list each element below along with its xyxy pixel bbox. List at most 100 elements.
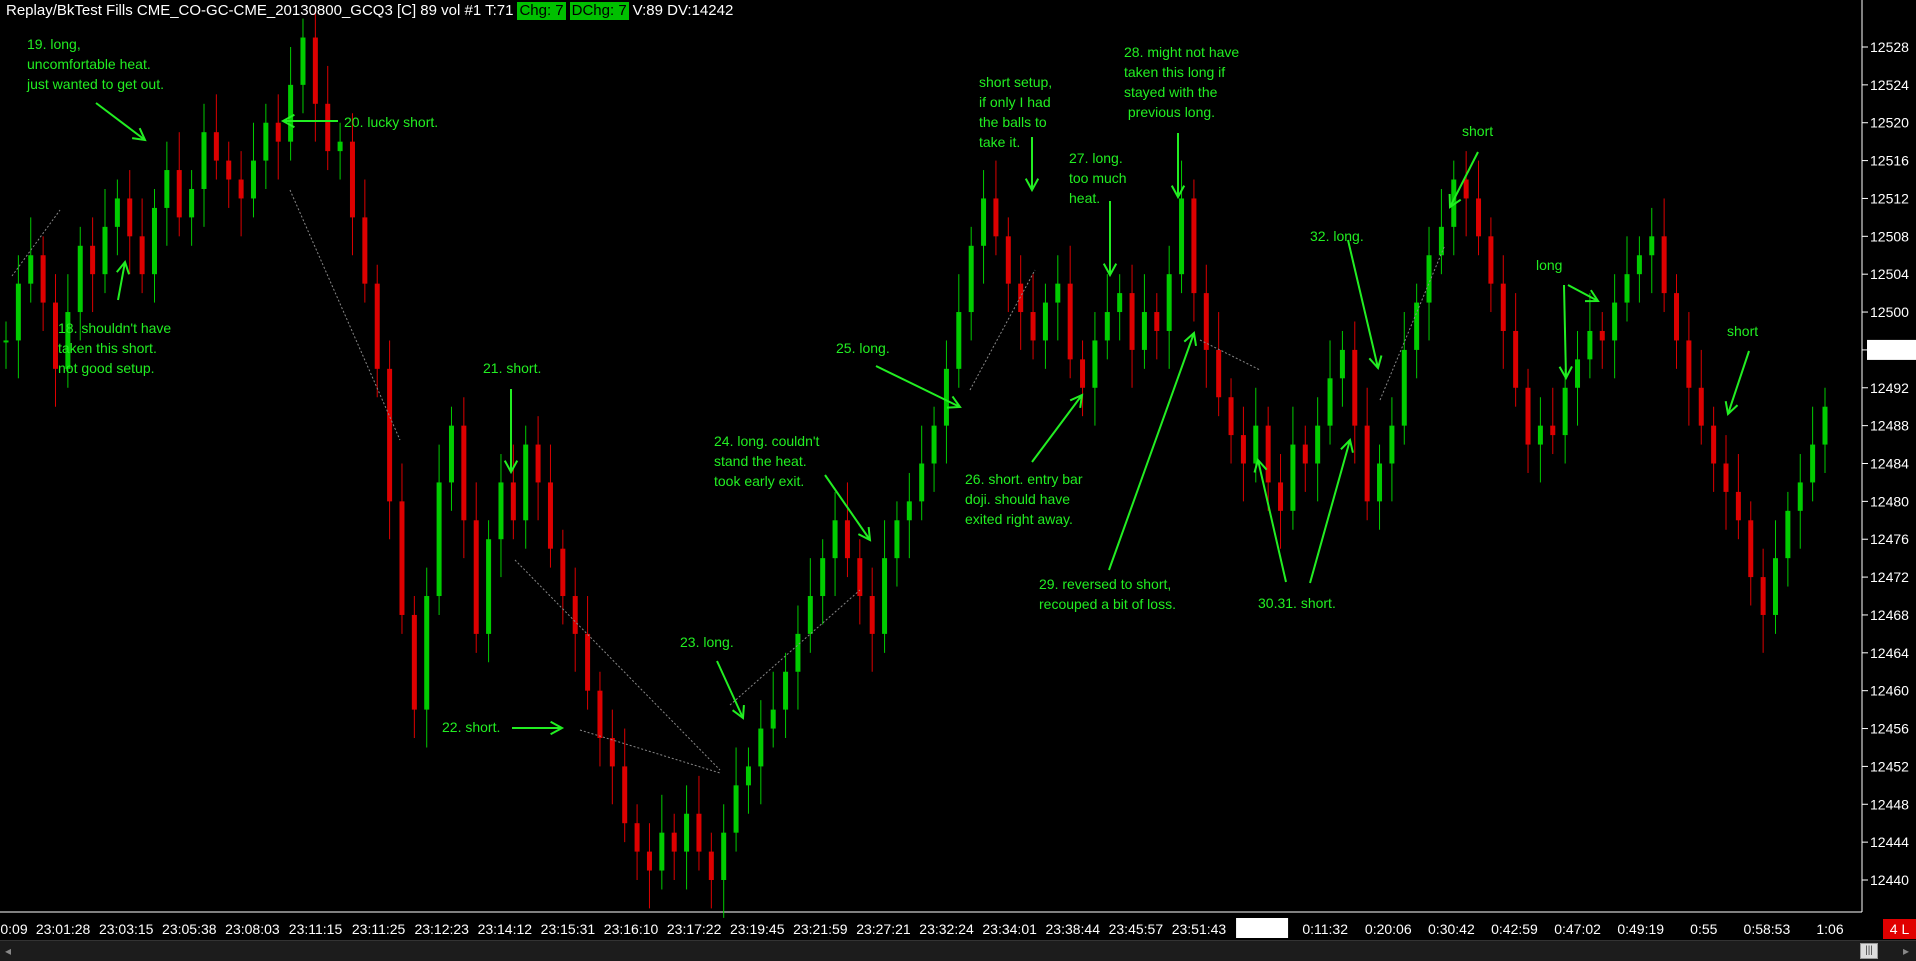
candle-up xyxy=(1414,302,1420,350)
candle-down xyxy=(869,596,875,634)
candle-up xyxy=(1438,226,1444,256)
candle-up xyxy=(1327,378,1333,426)
candle-down xyxy=(585,633,591,691)
candle-down xyxy=(1364,425,1370,502)
candle-up xyxy=(832,520,838,559)
candle-down xyxy=(547,482,553,549)
time-label: 23:08:03 xyxy=(225,921,280,937)
annotation-25: 25. long. xyxy=(836,340,890,356)
price-label: 12452 xyxy=(1870,758,1909,774)
horizontal-scrollbar[interactable]: ◂ ||| ▸ xyxy=(0,940,1916,961)
time-label: 23:15:31 xyxy=(541,921,596,937)
candle-down xyxy=(597,690,603,739)
candle-up xyxy=(1587,330,1593,360)
candle-down xyxy=(1711,425,1717,464)
price-label: 12500 xyxy=(1870,304,1909,320)
candle-down xyxy=(696,813,702,852)
candle-down xyxy=(1748,520,1754,578)
candle-up xyxy=(758,728,764,767)
candle-down xyxy=(1500,283,1506,331)
time-label: 23:16:10 xyxy=(604,921,659,937)
candle-up xyxy=(1401,349,1407,426)
price-label: 12520 xyxy=(1870,115,1909,131)
candle-up xyxy=(1562,387,1568,436)
candle-down xyxy=(1278,482,1284,511)
time-label: 23:17:22 xyxy=(667,921,722,937)
time-label: 0:49:19 xyxy=(1617,921,1664,937)
candle-up xyxy=(1141,312,1147,350)
candle-down xyxy=(671,832,677,852)
price-label: 12488 xyxy=(1870,418,1909,434)
candle-up xyxy=(1822,406,1828,445)
candle-down xyxy=(1476,198,1482,237)
price-chart[interactable]: 12528 12524 12520 12516 12512 12508 12504 12500… xyxy=(0,0,1916,940)
candle-down xyxy=(362,217,368,284)
candle-down xyxy=(127,198,133,237)
scroll-right-arrow-icon[interactable]: ▸ xyxy=(1898,943,1914,959)
candle-up xyxy=(770,709,776,729)
time-label: 23:38:44 xyxy=(1046,921,1101,937)
candle-down xyxy=(411,614,417,710)
candle-up xyxy=(151,207,157,275)
price-label: 12468 xyxy=(1870,607,1909,623)
candle-down xyxy=(646,851,652,871)
candle-up xyxy=(498,482,504,540)
annotation-28: 28. might not have taken this long if st… xyxy=(1124,44,1240,120)
candle-up xyxy=(1042,302,1048,341)
candle-up xyxy=(102,226,108,275)
candle-down xyxy=(349,141,355,218)
candle-up xyxy=(721,832,727,880)
candle-down xyxy=(1599,330,1605,341)
candle-up xyxy=(1537,425,1543,445)
scroll-left-arrow-icon[interactable]: ◂ xyxy=(0,943,16,959)
price-label: 12484 xyxy=(1870,456,1909,472)
candle-down xyxy=(1129,293,1135,350)
candle-up xyxy=(906,501,912,521)
price-label: 12512 xyxy=(1870,190,1909,206)
candle-down xyxy=(1674,293,1680,341)
candle-down xyxy=(560,548,566,597)
time-label: 23:03:15 xyxy=(99,921,154,937)
candle-up xyxy=(1426,255,1432,303)
price-label: 12448 xyxy=(1870,796,1909,812)
annotation-27: 27. long. too much heat. xyxy=(1069,150,1127,206)
candle-up xyxy=(943,368,949,426)
candle-up xyxy=(486,539,492,634)
candle-up xyxy=(882,558,888,634)
candle-down xyxy=(1203,293,1209,350)
candle-down xyxy=(844,520,850,559)
time-label: 23:45:57 xyxy=(1109,921,1164,937)
time-label: 23:01:28 xyxy=(36,921,91,937)
position-badge: 4 L xyxy=(1883,919,1916,939)
candle-up xyxy=(981,198,987,246)
candle-up xyxy=(1797,482,1803,511)
candle-up xyxy=(263,122,269,161)
price-label: 12480 xyxy=(1870,493,1909,509)
candle-down xyxy=(1525,387,1531,445)
candle-down xyxy=(1698,387,1704,426)
price-label: 12460 xyxy=(1870,683,1909,699)
candle-down xyxy=(139,236,145,275)
time-label: 23:34:01 xyxy=(982,921,1037,937)
candle-down xyxy=(1080,359,1086,388)
scroll-thumb-grip-icon[interactable]: ||| xyxy=(1860,943,1878,959)
candle-down xyxy=(1686,340,1692,388)
time-label: 0:30:42 xyxy=(1428,921,1475,937)
candle-up xyxy=(1389,425,1395,464)
candle-down xyxy=(708,851,714,880)
candle-down xyxy=(213,132,219,161)
time-label: 7-3 We xyxy=(1240,921,1285,937)
time-label: 0:20:06 xyxy=(1365,921,1412,937)
candle-down xyxy=(609,738,615,767)
candle-up xyxy=(448,425,454,483)
candle-up xyxy=(28,255,34,284)
price-label: 12492 xyxy=(1870,380,1909,396)
candle-up xyxy=(1179,198,1185,275)
candle-down xyxy=(1067,283,1073,360)
candle-down xyxy=(1488,236,1494,284)
annotation-23: 23. long. xyxy=(680,634,734,650)
candle-down xyxy=(473,520,479,634)
candle-down xyxy=(1030,312,1036,341)
candle-down xyxy=(1723,463,1729,492)
candle-down xyxy=(1550,425,1556,436)
